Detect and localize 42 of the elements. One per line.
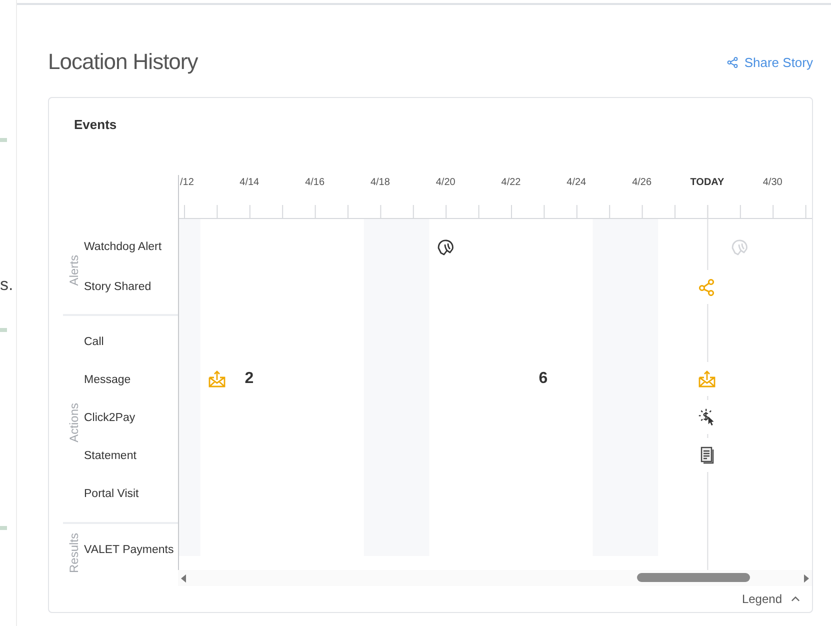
axis-label: 4/26: [632, 177, 652, 188]
scroll-left-icon[interactable]: [181, 574, 186, 582]
axis-label: 4/20: [436, 177, 456, 188]
row-label: Statement: [84, 450, 136, 462]
card-title: Events: [74, 116, 117, 134]
legend-toggle[interactable]: Legend: [738, 590, 804, 608]
document-icon[interactable]: [698, 446, 716, 464]
axis-label: 4/18: [370, 177, 390, 188]
group-label: Results: [66, 532, 80, 573]
row-label: Click2Pay: [84, 412, 136, 424]
scroll-right-icon[interactable]: [804, 574, 809, 582]
horizontal-scrollbar[interactable]: [178, 570, 812, 586]
axis-label: /12: [180, 177, 194, 188]
group-label: Alerts: [66, 255, 80, 286]
axis-label: 4/16: [305, 177, 325, 188]
axis-label: TODAY: [690, 177, 724, 188]
share-icon[interactable]: [698, 278, 716, 296]
row-label: VALET Payments: [84, 544, 174, 556]
gutter-mark: [0, 526, 7, 530]
axis-label: 4/14: [240, 177, 260, 188]
scroll-thumb[interactable]: [637, 573, 750, 582]
caret-up-icon: [791, 596, 800, 602]
gutter-mark: [0, 138, 7, 142]
share-icon: [727, 56, 738, 68]
dog-head-icon[interactable]: [436, 238, 455, 256]
event-count: 6: [538, 369, 548, 389]
page-text-fragment: s.: [0, 275, 14, 295]
row-label: Call: [84, 336, 104, 348]
envelope-icon[interactable]: [698, 370, 716, 388]
event-count: 2: [244, 369, 254, 389]
row-label: Story Shared: [84, 281, 152, 293]
row-label: Message: [84, 374, 131, 386]
row-label: Portal Visit: [84, 488, 139, 500]
gutter-mark: [0, 328, 7, 332]
envelope-icon[interactable]: [208, 370, 226, 388]
page-title: Location History: [48, 49, 198, 75]
axis-label: 4/22: [501, 177, 521, 188]
axis-label: 4/30: [762, 177, 782, 188]
dollar-cursor-icon[interactable]: [698, 407, 716, 427]
row-label: Watchdog Alert: [84, 241, 162, 253]
axis-label: 4/24: [566, 177, 586, 188]
group-label: Actions: [66, 402, 80, 442]
